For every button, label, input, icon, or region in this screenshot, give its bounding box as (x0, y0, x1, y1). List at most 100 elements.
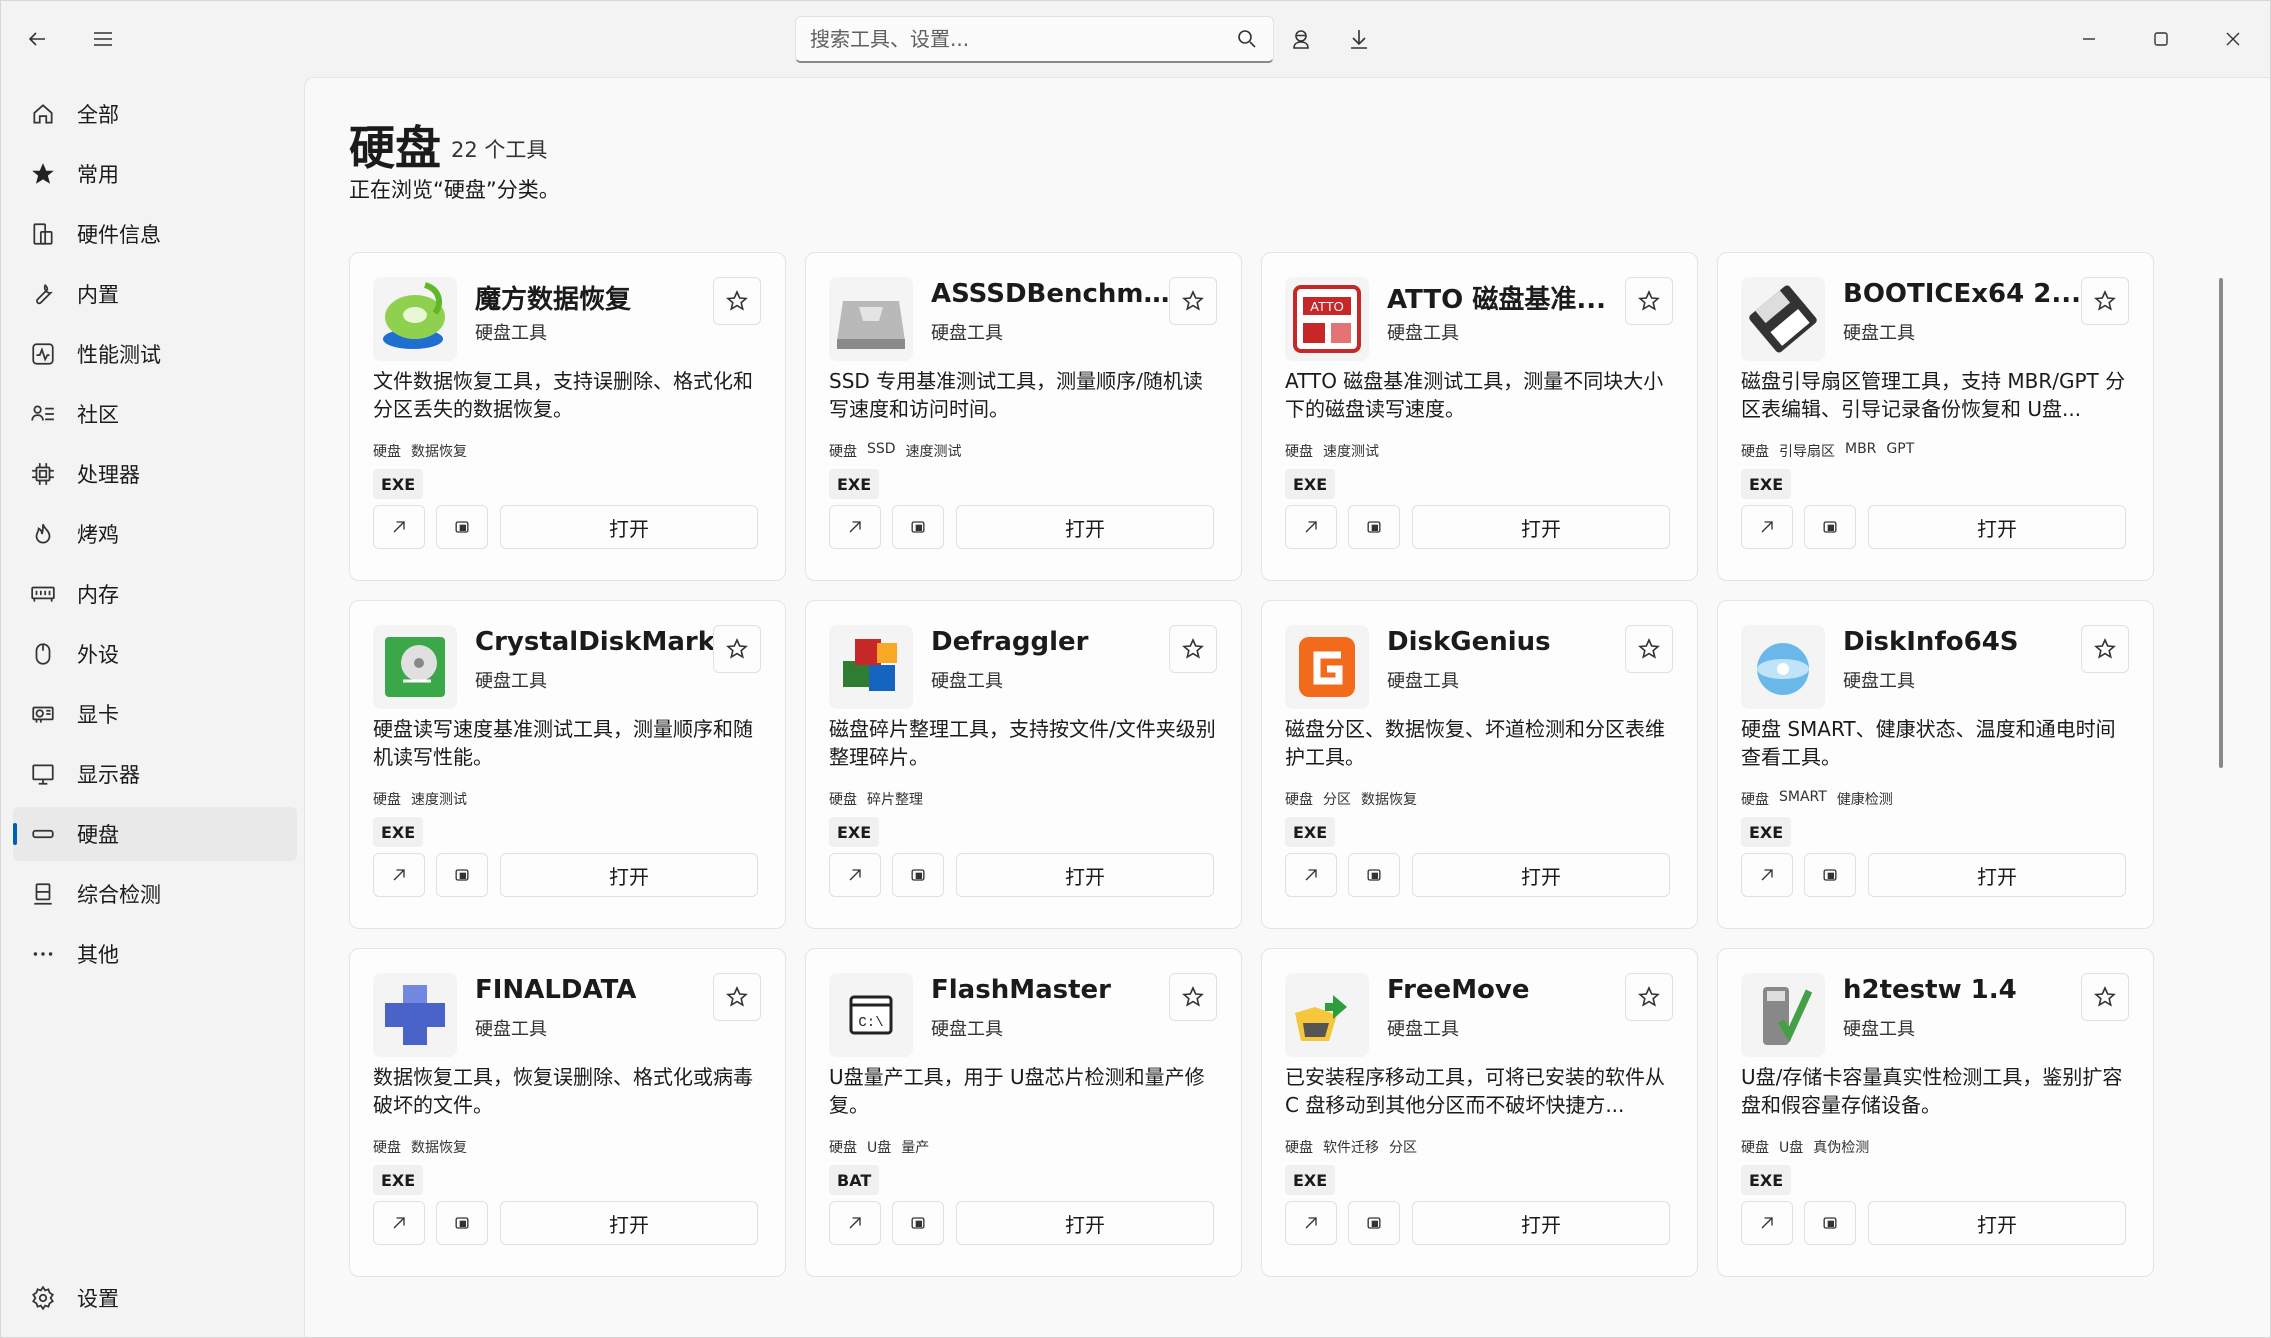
sidebar-item-stress[interactable]: 烤鸡 (13, 507, 297, 561)
menu-button[interactable] (81, 17, 125, 61)
sidebar-item-disk[interactable]: 硬盘 (13, 807, 297, 861)
tool-card[interactable]: ASSSDBenchm... 硬盘工具 SSD 专用基准测试工具，测量顺序/随机… (805, 252, 1242, 581)
search-icon[interactable] (1235, 27, 1259, 51)
sidebar-item-cpu[interactable]: 处理器 (13, 447, 297, 501)
shortcut-icon (452, 1213, 472, 1233)
sidebar-item-community[interactable]: 社区 (13, 387, 297, 441)
open-location-button[interactable] (1741, 505, 1793, 549)
open-button[interactable]: 打开 (1868, 1201, 2126, 1245)
create-shortcut-button[interactable] (1348, 1201, 1400, 1245)
sidebar-item-all[interactable]: 全部 (13, 87, 297, 141)
scrollbar-thumb[interactable] (2219, 278, 2223, 768)
open-location-button[interactable] (373, 505, 425, 549)
download-button[interactable] (1337, 17, 1381, 61)
open-location-button[interactable] (1285, 505, 1337, 549)
open-location-button[interactable] (1741, 853, 1793, 897)
favorite-button[interactable] (1625, 277, 1673, 325)
create-shortcut-button[interactable] (1804, 505, 1856, 549)
minimize-button[interactable] (2067, 17, 2111, 61)
create-shortcut-button[interactable] (436, 505, 488, 549)
favorite-button[interactable] (1169, 625, 1217, 673)
maximize-button[interactable] (2139, 17, 2183, 61)
open-location-button[interactable] (1285, 1201, 1337, 1245)
create-shortcut-button[interactable] (1804, 853, 1856, 897)
tool-card[interactable]: DiskGenius 硬盘工具 磁盘分区、数据恢复、坏道检测和分区表维护工具。 … (1261, 600, 1698, 929)
shortcut-icon (1364, 517, 1384, 537)
external-link-icon (1301, 1213, 1321, 1233)
open-button[interactable]: 打开 (1412, 1201, 1670, 1245)
close-button[interactable] (2211, 17, 2255, 61)
open-button[interactable]: 打开 (500, 853, 758, 897)
open-location-button[interactable] (1741, 1201, 1793, 1245)
create-shortcut-button[interactable] (892, 1201, 944, 1245)
tool-description: 数据恢复工具，恢复误删除、格式化或病毒破坏的文件。 (373, 1065, 753, 1117)
favorite-button[interactable] (1625, 625, 1673, 673)
favorite-button[interactable] (2081, 973, 2129, 1021)
favorite-button[interactable] (713, 625, 761, 673)
sidebar-item-diagnostics[interactable]: 综合检测 (13, 867, 297, 921)
open-location-button[interactable] (373, 1201, 425, 1245)
open-button[interactable]: 打开 (500, 1201, 758, 1245)
sidebar-item-hardware-info[interactable]: 硬件信息 (13, 207, 297, 261)
favorite-button[interactable] (713, 277, 761, 325)
open-button[interactable]: 打开 (1412, 853, 1670, 897)
sidebar-item-monitor[interactable]: 显示器 (13, 747, 297, 801)
sidebar-item-builtin[interactable]: 内置 (13, 267, 297, 321)
open-button[interactable]: 打开 (500, 505, 758, 549)
create-shortcut-button[interactable] (436, 1201, 488, 1245)
tool-card[interactable]: FINALDATA 硬盘工具 数据恢复工具，恢复误删除、格式化或病毒破坏的文件。… (349, 948, 786, 1277)
sidebar-item-favorites[interactable]: 常用 (13, 147, 297, 201)
tool-card[interactable]: Defraggler 硬盘工具 磁盘碎片整理工具，支持按文件/文件夹级别整理碎片… (805, 600, 1242, 929)
open-location-button[interactable] (829, 505, 881, 549)
sidebar-item-gpu[interactable]: 显卡 (13, 687, 297, 741)
open-button[interactable]: 打开 (956, 1201, 1214, 1245)
sidebar-item-memory[interactable]: 内存 (13, 567, 297, 621)
create-shortcut-button[interactable] (1348, 853, 1400, 897)
defraggler-icon (829, 625, 913, 709)
tool-card[interactable]: BOOTICEx64 2... 硬盘工具 磁盘引导扇区管理工具，支持 MBR/G… (1717, 252, 2154, 581)
create-shortcut-button[interactable] (1348, 505, 1400, 549)
sidebar-item-settings[interactable]: 设置 (13, 1271, 297, 1325)
account-button[interactable] (1279, 17, 1323, 61)
open-button[interactable]: 打开 (1868, 853, 2126, 897)
favorite-button[interactable] (1169, 277, 1217, 325)
freemove-icon (1285, 973, 1369, 1057)
favorite-button[interactable] (2081, 277, 2129, 325)
mouse-icon (29, 640, 57, 668)
sidebar-item-performance[interactable]: 性能测试 (13, 327, 297, 381)
back-button[interactable] (15, 17, 59, 61)
open-button[interactable]: 打开 (1412, 505, 1670, 549)
tool-description: U盘量产工具，用于 U盘芯片检测和量产修复。 (829, 1065, 1205, 1117)
favorite-button[interactable] (1169, 973, 1217, 1021)
flame-icon (29, 520, 57, 548)
file-type-badge: EXE (1741, 469, 1792, 499)
tool-card[interactable]: h2testw 1.4 硬盘工具 U盘/存储卡容量真实性检测工具，鉴别扩容盘和假… (1717, 948, 2154, 1277)
favorite-button[interactable] (2081, 625, 2129, 673)
open-location-button[interactable] (373, 853, 425, 897)
tool-card[interactable]: DiskInfo64S 硬盘工具 硬盘 SMART、健康状态、温度和通电时间查看… (1717, 600, 2154, 929)
sidebar-item-other[interactable]: 其他 (13, 927, 297, 981)
tool-card[interactable]: ATTO ATTO 磁盘基准... 硬盘工具 ATTO 磁盘基准测试工具，测量不… (1261, 252, 1698, 581)
page-subtitle: 正在浏览“硬盘”分类。 (349, 178, 560, 202)
tool-card[interactable]: C:\ FlashMaster 硬盘工具 U盘量产工具，用于 U盘芯片检测和量产… (805, 948, 1242, 1277)
create-shortcut-button[interactable] (1804, 1201, 1856, 1245)
sidebar-item-peripherals[interactable]: 外设 (13, 627, 297, 681)
search-input[interactable] (810, 27, 1235, 51)
favorite-button[interactable] (713, 973, 761, 1021)
create-shortcut-button[interactable] (436, 853, 488, 897)
open-button[interactable]: 打开 (1868, 505, 2126, 549)
favorite-button[interactable] (1625, 973, 1673, 1021)
create-shortcut-button[interactable] (892, 505, 944, 549)
open-location-button[interactable] (1285, 853, 1337, 897)
search-box[interactable] (795, 16, 1274, 63)
create-shortcut-button[interactable] (892, 853, 944, 897)
tool-card[interactable]: 魔方数据恢复 硬盘工具 文件数据恢复工具，支持误删除、格式化和分区丢失的数据恢复… (349, 252, 786, 581)
open-location-button[interactable] (829, 1201, 881, 1245)
open-button[interactable]: 打开 (956, 505, 1214, 549)
tag-list: 硬盘 SMART 健康检测 (1741, 789, 1893, 809)
tool-card[interactable]: CrystalDiskMark 硬盘工具 硬盘读写速度基准测试工具，测量顺序和随… (349, 600, 786, 929)
tool-card[interactable]: FreeMove 硬盘工具 已安装程序移动工具，可将已安装的软件从 C 盘移动到… (1261, 948, 1698, 1277)
open-location-button[interactable] (829, 853, 881, 897)
gear-icon (29, 1284, 57, 1312)
open-button[interactable]: 打开 (956, 853, 1214, 897)
